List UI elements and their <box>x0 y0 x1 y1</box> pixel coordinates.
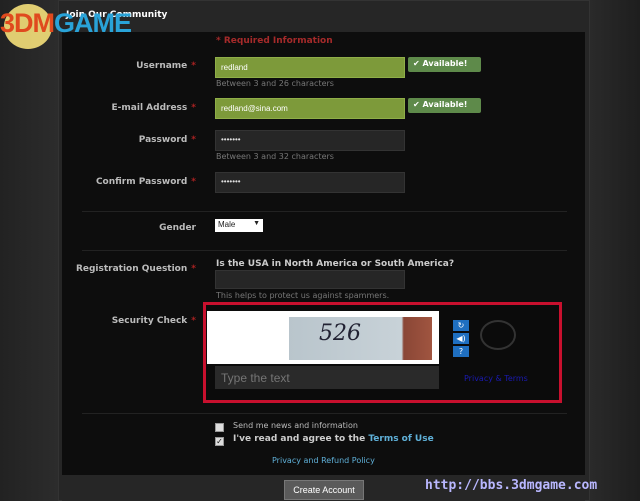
captcha-box: 526 <box>207 311 439 364</box>
password-label: Password * <box>138 135 196 145</box>
privacy-refund-link[interactable]: Privacy and Refund Policy <box>272 456 375 465</box>
required-note: * Required Information <box>216 36 333 46</box>
chevron-down-icon: ▼ <box>253 220 260 227</box>
username-label: Username * <box>136 61 196 71</box>
email-label: E-mail Address * <box>111 103 196 113</box>
username-input[interactable] <box>215 57 405 78</box>
news-checkbox[interactable] <box>215 423 224 432</box>
watermark-url: http://bbs.3dmgame.com <box>425 478 598 493</box>
audio-icon[interactable]: ◀) <box>453 333 469 344</box>
divider <box>82 211 567 212</box>
gender-select[interactable]: Male ▼ <box>215 219 263 232</box>
terms-checkbox[interactable]: ✓ <box>215 437 224 446</box>
divider <box>82 250 567 251</box>
background-right <box>590 0 640 501</box>
username-hint: Between 3 and 26 characters <box>216 79 334 88</box>
help-icon[interactable]: ? <box>453 346 469 357</box>
recaptcha-logo <box>480 320 516 350</box>
email-input[interactable] <box>215 98 405 119</box>
terms-of-use-link[interactable]: Terms of Use <box>368 434 433 444</box>
password-hint: Between 3 and 32 characters <box>216 152 334 161</box>
gender-label: Gender <box>159 223 196 233</box>
password-input[interactable]: ••••••• <box>215 130 405 151</box>
email-available-badge: ✔ Available! <box>408 98 481 113</box>
captcha-image: 526 <box>215 317 432 360</box>
registration-question-hint: This helps to protect us against spammer… <box>216 291 390 300</box>
registration-question-label: Registration Question * <box>75 264 196 274</box>
username-available-badge: ✔ Available! <box>408 57 481 72</box>
refresh-icon[interactable]: ↻ <box>453 320 469 331</box>
confirm-password-input[interactable]: ••••••• <box>215 172 405 193</box>
terms-label: I've read and agree to the Terms of Use <box>233 434 434 444</box>
news-label: Send me news and information <box>233 421 358 430</box>
background-left <box>0 0 58 501</box>
security-check-label: Security Check * <box>111 316 196 326</box>
registration-question-input[interactable] <box>215 270 405 289</box>
divider <box>82 413 567 414</box>
create-account-button[interactable]: Create Account <box>284 480 364 500</box>
registration-question-text: Is the USA in North America or South Ame… <box>216 259 455 269</box>
privacy-terms-link[interactable]: Privacy & Terms <box>464 374 528 383</box>
confirm-password-label: Confirm Password * <box>95 177 196 187</box>
captcha-input[interactable] <box>215 366 439 389</box>
watermark-logo: 3DMGAME <box>0 8 132 38</box>
